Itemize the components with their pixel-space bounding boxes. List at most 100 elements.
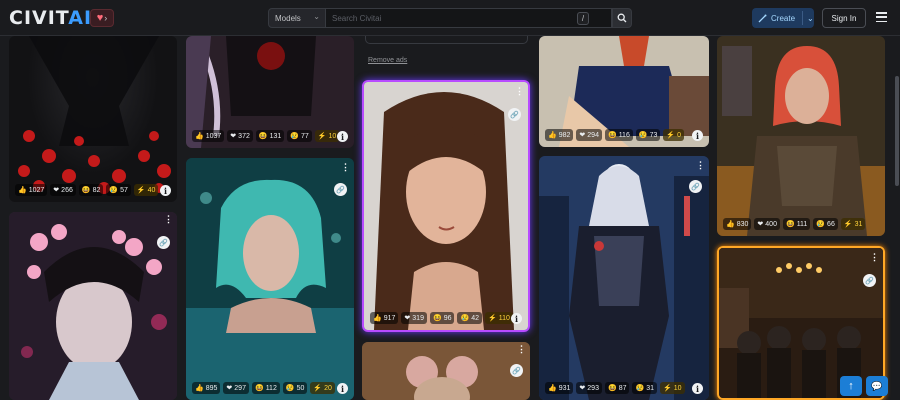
create-button[interactable]: Create ⌄ <box>752 8 814 28</box>
like-count[interactable]: 👍 830 <box>723 218 752 230</box>
heart-count[interactable]: ❤ 293 <box>576 382 602 394</box>
heart-icon: ♥ <box>96 12 104 24</box>
ad-container <box>365 36 528 44</box>
card-image <box>362 342 530 400</box>
top-navigation-bar: CIVITAI ♥ › Models ⌄ Search Civitai / Cre… <box>0 0 900 36</box>
link-icon[interactable]: 🔗 <box>689 180 702 193</box>
link-icon[interactable]: 🔗 <box>508 108 521 121</box>
link-icon[interactable]: 🔗 <box>510 364 523 377</box>
laugh-count[interactable]: 😆 112 <box>251 382 280 394</box>
heart-count[interactable]: ❤ 297 <box>223 382 249 394</box>
info-icon[interactable]: i <box>692 130 703 141</box>
scrollbar-thumb[interactable] <box>895 76 899 186</box>
image-card-c7[interactable]: ⋮ 🔗 👍895 ❤297 😆112 😢50 ⚡20 i <box>186 158 354 400</box>
laugh-count[interactable]: 😆 131 <box>255 130 285 142</box>
link-icon[interactable]: 🔗 <box>334 183 347 196</box>
more-options-icon[interactable]: ⋮ <box>515 87 524 96</box>
image-card-c3[interactable]: ⋮ 🔗 👍917 ❤319 😆96 😢42 ⚡110 i <box>362 80 530 332</box>
chevron-down-icon[interactable]: ⌄ <box>807 14 814 23</box>
buzz-count[interactable]: ⚡ 20 <box>310 382 335 394</box>
remove-ads-link[interactable]: Remove ads <box>368 57 407 64</box>
more-options-icon[interactable]: ⋮ <box>517 345 526 354</box>
sign-in-button[interactable]: Sign In <box>822 8 866 28</box>
buzz-count[interactable]: ⚡ 10 <box>660 382 685 394</box>
image-card-c5[interactable]: 👍 830 ❤ 400 😆 111 😢 66 ⚡ 31 <box>717 36 885 236</box>
more-options-icon[interactable]: ⋮ <box>696 161 705 170</box>
like-count[interactable]: 👍 931 <box>545 382 574 394</box>
search-icon <box>617 13 627 23</box>
card-image <box>9 212 177 400</box>
like-count[interactable]: 👍 1027 <box>15 184 48 196</box>
info-icon[interactable]: i <box>160 185 171 196</box>
laugh-count[interactable]: 😆 111 <box>782 218 811 230</box>
heart-count[interactable]: ❤ 319 <box>401 312 427 324</box>
cry-count[interactable]: 😢 31 <box>632 382 657 394</box>
reaction-stats: 👍 931 ❤ 293 😆 87 😢 31 ⚡ 10 <box>545 382 685 394</box>
like-count[interactable]: 👍 917 <box>370 312 399 324</box>
cry-count[interactable]: 😢 77 <box>287 130 312 142</box>
search-bar: Models ⌄ Search Civitai / <box>268 8 632 28</box>
image-card-c6[interactable]: ⋮ 🔗 <box>9 212 177 400</box>
card-image <box>717 36 885 236</box>
image-card-c4[interactable]: 👍 982 ❤ 294 😆 116 😢 73 ⚡ 0 i <box>539 36 709 147</box>
more-options-icon[interactable]: ⋮ <box>870 253 879 262</box>
support-heart-button[interactable]: ♥ › <box>90 9 114 27</box>
page-scrollbar[interactable] <box>893 36 900 400</box>
cry-count[interactable]: 😢 42 <box>457 312 482 324</box>
info-icon[interactable]: i <box>337 131 348 142</box>
heart-count[interactable]: ❤ 400 <box>754 218 780 230</box>
reaction-stats: 👍 917 ❤ 319 😆 96 😢 42 ⚡ 110 <box>370 312 513 324</box>
heart-count[interactable]: ❤ 294 <box>576 129 602 141</box>
buzz-count[interactable]: ⚡ 110 <box>485 312 513 324</box>
search-shortcut-badge: / <box>577 12 589 25</box>
like-count[interactable]: 👍 982 <box>545 129 574 141</box>
search-placeholder: Search Civitai <box>332 13 382 23</box>
logo-text: CIVIT <box>9 7 69 29</box>
cry-count[interactable]: 😢 66 <box>813 218 838 230</box>
image-card-c8[interactable]: ⋮ 🔗 <box>362 342 530 400</box>
cry-count[interactable]: 😢 57 <box>106 184 131 196</box>
reaction-stats: 👍 982 ❤ 294 😆 116 😢 73 ⚡ 0 <box>545 129 684 141</box>
ad-slot: Remove ads <box>362 36 530 70</box>
more-options-icon[interactable]: ⋮ <box>164 215 173 224</box>
link-icon[interactable]: 🔗 <box>157 236 170 249</box>
buzz-count[interactable]: ⚡ 0 <box>663 129 684 141</box>
search-type-value: Models <box>275 13 301 23</box>
search-type-select[interactable]: Models ⌄ <box>268 8 326 28</box>
civitai-logo[interactable]: CIVITAI <box>9 7 92 29</box>
cry-count[interactable]: 😢 73 <box>635 129 661 141</box>
info-icon[interactable]: i <box>692 383 703 394</box>
like-count[interactable]: 👍 895 <box>192 382 221 394</box>
card-image <box>364 82 528 330</box>
chevron-right-icon: › <box>104 13 108 23</box>
chevron-down-icon: ⌄ <box>313 12 320 21</box>
laugh-count[interactable]: 😆 87 <box>604 382 630 394</box>
arrow-up-icon: ↑ <box>848 380 854 392</box>
search-input[interactable]: Search Civitai / <box>326 8 612 28</box>
info-icon[interactable]: i <box>337 383 348 394</box>
search-button[interactable] <box>612 8 632 28</box>
link-icon[interactable]: 🔗 <box>863 274 876 287</box>
card-image <box>539 156 709 400</box>
like-count[interactable]: 👍 1037 <box>192 130 225 142</box>
more-options-icon[interactable]: ⋮ <box>341 163 350 172</box>
chat-button[interactable]: 💬 <box>866 376 888 396</box>
image-card-c2[interactable]: 👍 1037 ❤ 372 😆 131 😢 77 ⚡ 10 i <box>186 36 354 148</box>
buzz-count[interactable]: ⚡ 31 <box>840 218 866 230</box>
info-icon[interactable]: i <box>511 313 522 324</box>
heart-count[interactable]: ❤ 372 <box>227 130 253 142</box>
buzz-count[interactable]: ⚡ 40 <box>133 184 159 196</box>
hamburger-menu-icon[interactable] <box>876 12 887 22</box>
buzz-count[interactable]: ⚡ 10 <box>314 130 340 142</box>
create-label: Create <box>771 13 796 23</box>
laugh-count[interactable]: 😆 96 <box>429 312 455 324</box>
scroll-to-top-button[interactable]: ↑ <box>840 376 862 396</box>
reaction-stats: 👍 830 ❤ 400 😆 111 😢 66 ⚡ 31 <box>723 218 866 230</box>
cry-count[interactable]: 😢 50 <box>282 382 308 394</box>
laugh-count[interactable]: 😆 82 <box>78 184 104 196</box>
laugh-count[interactable]: 😆 116 <box>604 129 633 141</box>
image-card-c1[interactable]: 👍 1027 ❤ 266 😆 82 😢 57 ⚡ 40 i <box>9 36 177 202</box>
image-card-c9[interactable]: ⋮ 🔗 👍931 ❤293 😆87 😢31 ⚡10 i <box>539 156 709 400</box>
magic-wand-icon <box>758 14 767 22</box>
heart-count[interactable]: ❤ 266 <box>50 184 76 196</box>
